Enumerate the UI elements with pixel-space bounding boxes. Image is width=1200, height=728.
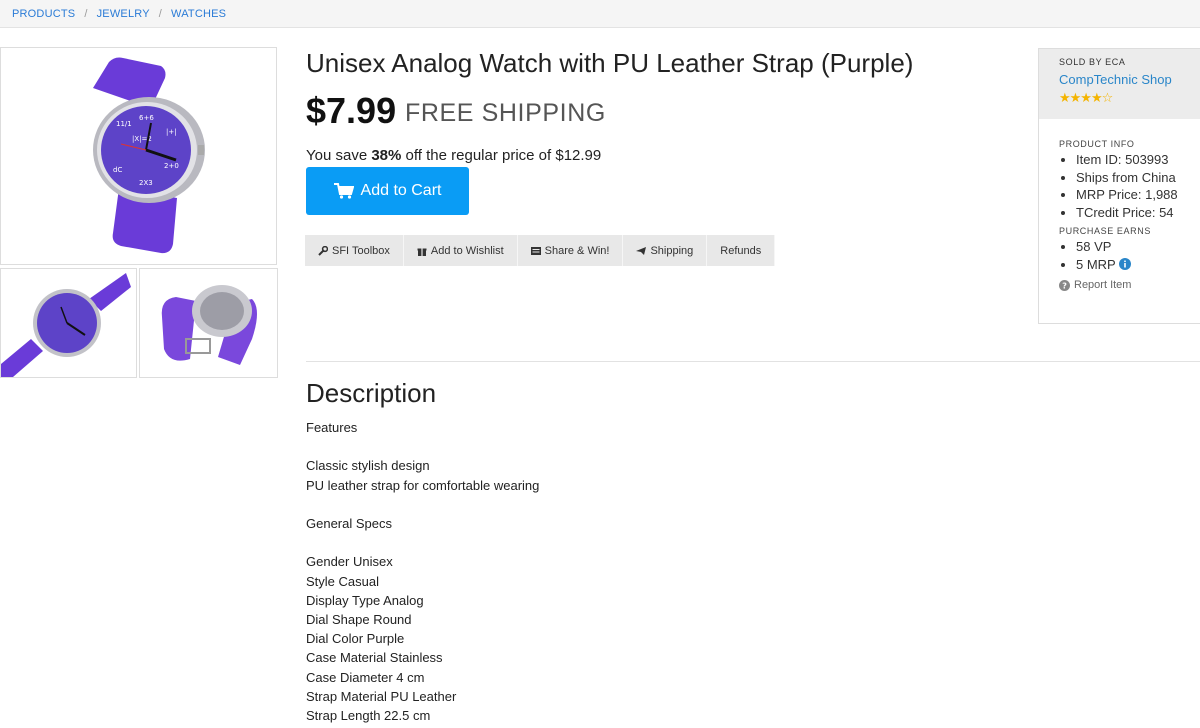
svg-text:dC: dC <box>113 166 122 174</box>
product-price: $7.99 <box>306 90 397 131</box>
share-icon <box>530 246 541 256</box>
seller-header: SOLD BY ECA CompTechnic Shop ★★★★☆ <box>1039 49 1200 119</box>
description-line: General Specs <box>306 515 392 531</box>
gift-icon <box>417 246 427 256</box>
shop-link[interactable]: CompTechnic Shop <box>1059 72 1200 87</box>
info-icon[interactable] <box>1119 257 1132 270</box>
description-line <box>306 533 539 552</box>
breadcrumb: PRODUCTS / JEWELRY / WATCHES <box>0 0 1200 28</box>
shipping-button[interactable]: Shipping <box>623 235 708 266</box>
svg-text:?: ? <box>1062 281 1067 290</box>
report-item-link[interactable]: ? Report Item <box>1059 279 1200 291</box>
tool-label: Share & Win! <box>544 244 610 257</box>
earns-mrp-label: 5 MRP <box>1076 256 1116 272</box>
description-line: Dial Color Purple <box>306 631 405 647</box>
refunds-button[interactable]: Refunds <box>707 235 776 266</box>
description-heading: Description <box>306 378 437 408</box>
svg-text:6+6: 6+6 <box>139 114 154 122</box>
breadcrumb-separator: / <box>158 8 163 20</box>
purchase-earns-label: PURCHASE EARNS <box>1059 226 1151 236</box>
add-to-wishlist-button[interactable]: Add to Wishlist <box>403 235 518 266</box>
svg-text:2+0: 2+0 <box>164 162 179 170</box>
description-line: PU leather strap for comfortable wearing <box>306 477 540 493</box>
savings-percent: 38% <box>371 147 402 164</box>
savings-prefix: You save <box>306 147 372 164</box>
sfi-toolbox-button[interactable]: SFI Toolbox <box>305 235 404 266</box>
breadcrumb-jewelry[interactable]: JEWELRY <box>97 8 150 20</box>
product-toolbar: SFI Toolbox Add to Wishlist Share & Win!… <box>305 235 776 266</box>
breadcrumb-separator: / <box>84 8 88 20</box>
description-line: Display Type Analog <box>306 592 424 608</box>
tool-label: Refunds <box>720 244 762 257</box>
ships-from: Ships from China <box>1076 169 1200 187</box>
earns-mrp: 5 MRP <box>1076 256 1200 274</box>
item-id: Item ID: 503993 <box>1076 151 1200 169</box>
svg-text:11/1: 11/1 <box>116 120 132 128</box>
breadcrumb-watches[interactable]: WATCHES <box>171 8 226 20</box>
earns-vp: 58 VP <box>1076 238 1200 256</box>
sold-by-label: SOLD BY ECA <box>1059 57 1126 67</box>
tool-label: SFI Toolbox <box>332 244 390 257</box>
description-line <box>306 437 539 456</box>
seller-rating-stars: ★★★★☆ <box>1059 90 1113 105</box>
product-title: Unisex Analog Watch with PU Leather Stra… <box>306 48 914 78</box>
free-shipping-label: FREE SHIPPING <box>405 99 606 127</box>
report-item-label: Report Item <box>1074 279 1132 291</box>
description-line: Strap Material PU Leather <box>306 688 457 704</box>
description-line: Style Casual <box>306 573 379 589</box>
plane-icon <box>636 246 647 256</box>
share-and-win-button[interactable]: Share & Win! <box>517 235 624 266</box>
add-to-cart-button[interactable]: Add to Cart <box>306 167 469 215</box>
svg-text:|+|: |+| <box>166 128 177 136</box>
wrench-icon <box>318 245 328 256</box>
description-line: Case Diameter 4 cm <box>306 669 425 685</box>
description-line: Classic stylish design <box>306 458 430 474</box>
product-info-label: PRODUCT INFO <box>1059 139 1135 149</box>
tool-label: Shipping <box>650 244 694 257</box>
description-line: Case Material Stainless <box>306 650 443 666</box>
description-line: Dial Shape Round <box>306 611 412 627</box>
question-icon: ? <box>1059 279 1070 291</box>
savings-text: You save 38% off the regular price of $1… <box>306 147 601 164</box>
svg-text:2X3: 2X3 <box>139 179 153 187</box>
cart-icon <box>333 183 354 199</box>
mrp-price: MRP Price: 1,988 <box>1076 186 1200 204</box>
description-line: Gender Unisex <box>306 554 393 570</box>
breadcrumb-products[interactable]: PRODUCTS <box>12 8 75 20</box>
product-main-image[interactable]: |X|=2 6+6 11/1 |+| dC 2X3 2+0 <box>0 47 277 265</box>
tcredit-price: TCredit Price: 54 <box>1076 204 1200 222</box>
description-line: Strap Length 22.5 cm <box>306 708 431 723</box>
savings-suffix: off the regular price of $12.99 <box>401 147 602 164</box>
tool-label: Add to Wishlist <box>430 244 504 257</box>
description-line: Features <box>306 420 358 435</box>
seller-sidebar: SOLD BY ECA CompTechnic Shop ★★★★☆ PRODU… <box>1038 48 1200 324</box>
section-divider <box>306 361 1200 362</box>
purchase-earns-list: 58 VP 5 MRP <box>1039 238 1200 273</box>
product-info-list: Item ID: 503993 Ships from China MRP Pri… <box>1039 151 1200 221</box>
add-to-cart-label: Add to Cart <box>360 182 442 199</box>
description-line <box>306 495 539 514</box>
product-thumbnail[interactable] <box>0 268 137 378</box>
product-thumbnail[interactable] <box>139 268 278 378</box>
description-body: Features Classic stylish design PU leath… <box>306 418 539 725</box>
